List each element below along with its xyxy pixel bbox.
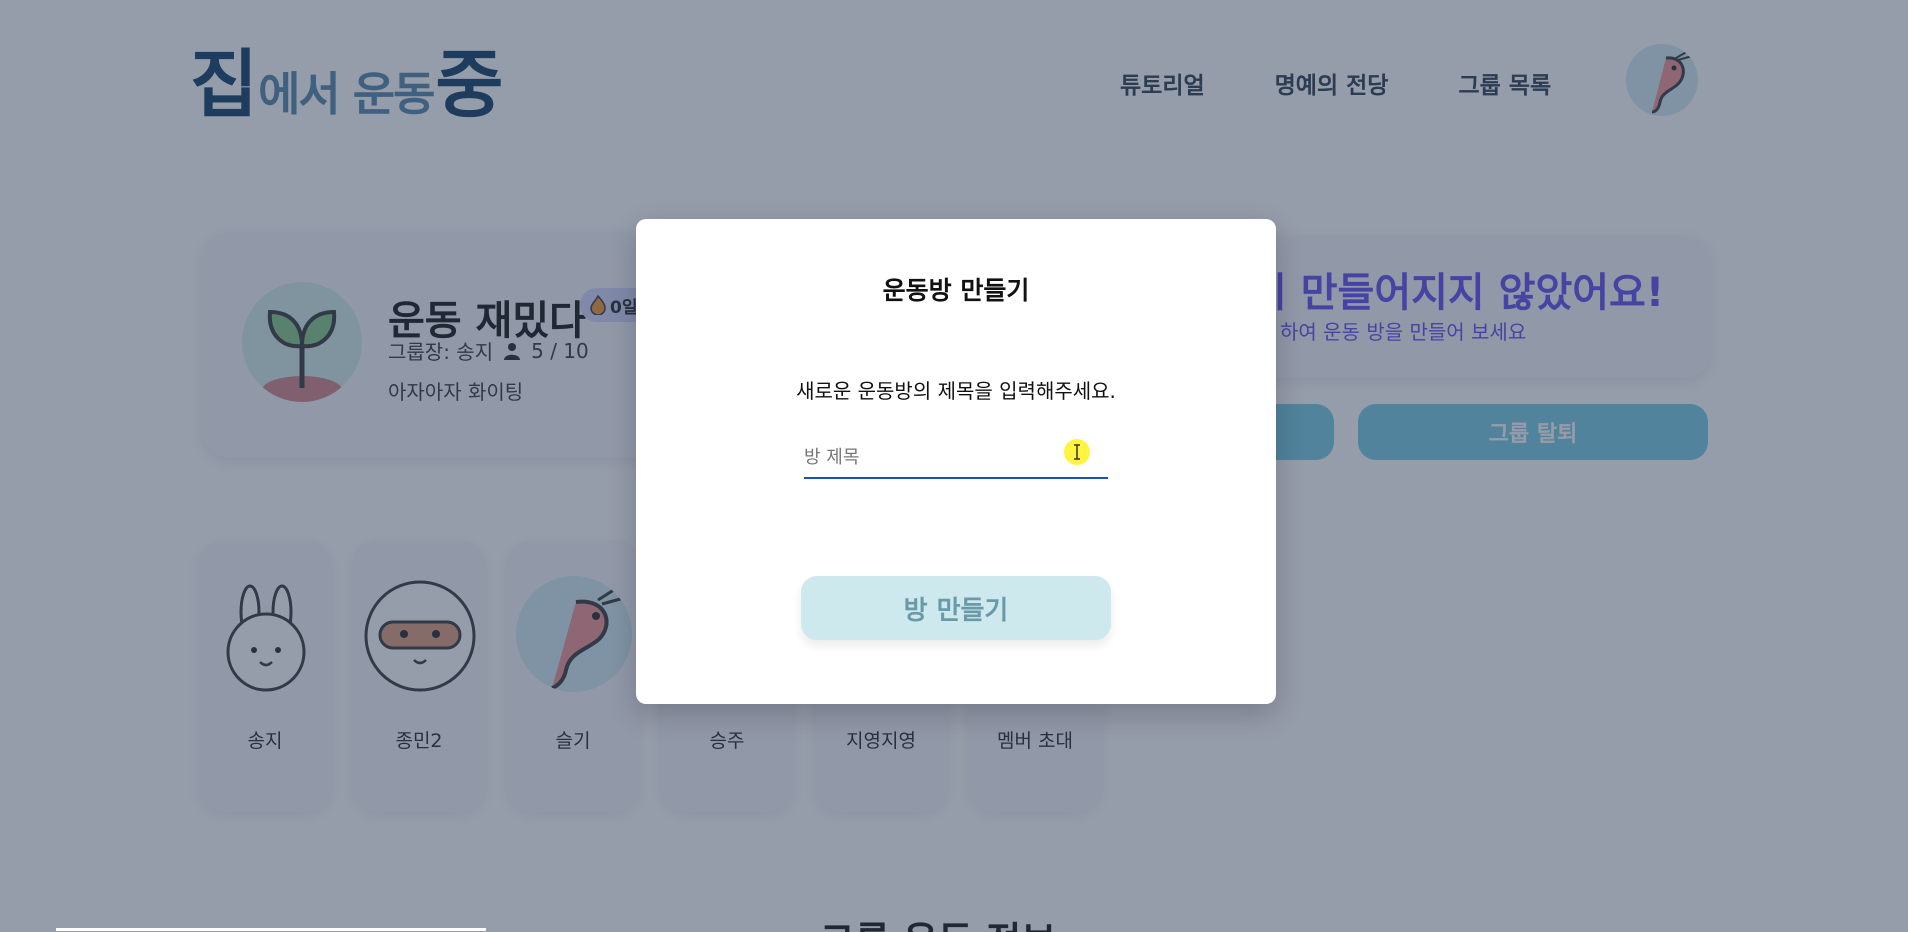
dialog-description: 새로운 운동방의 제목을 입력해주세요. xyxy=(796,379,1116,403)
create-room-dialog: 운동방 만들기 새로운 운동방의 제목을 입력해주세요. 방 만들기 xyxy=(636,219,1276,704)
divider xyxy=(56,928,486,931)
mouse-cursor-indicator xyxy=(1064,439,1090,465)
room-title-input[interactable] xyxy=(804,437,1108,479)
text-cursor-icon xyxy=(1074,444,1080,460)
dialog-title: 운동방 만들기 xyxy=(882,276,1030,305)
create-room-submit-button[interactable]: 방 만들기 xyxy=(801,576,1111,640)
